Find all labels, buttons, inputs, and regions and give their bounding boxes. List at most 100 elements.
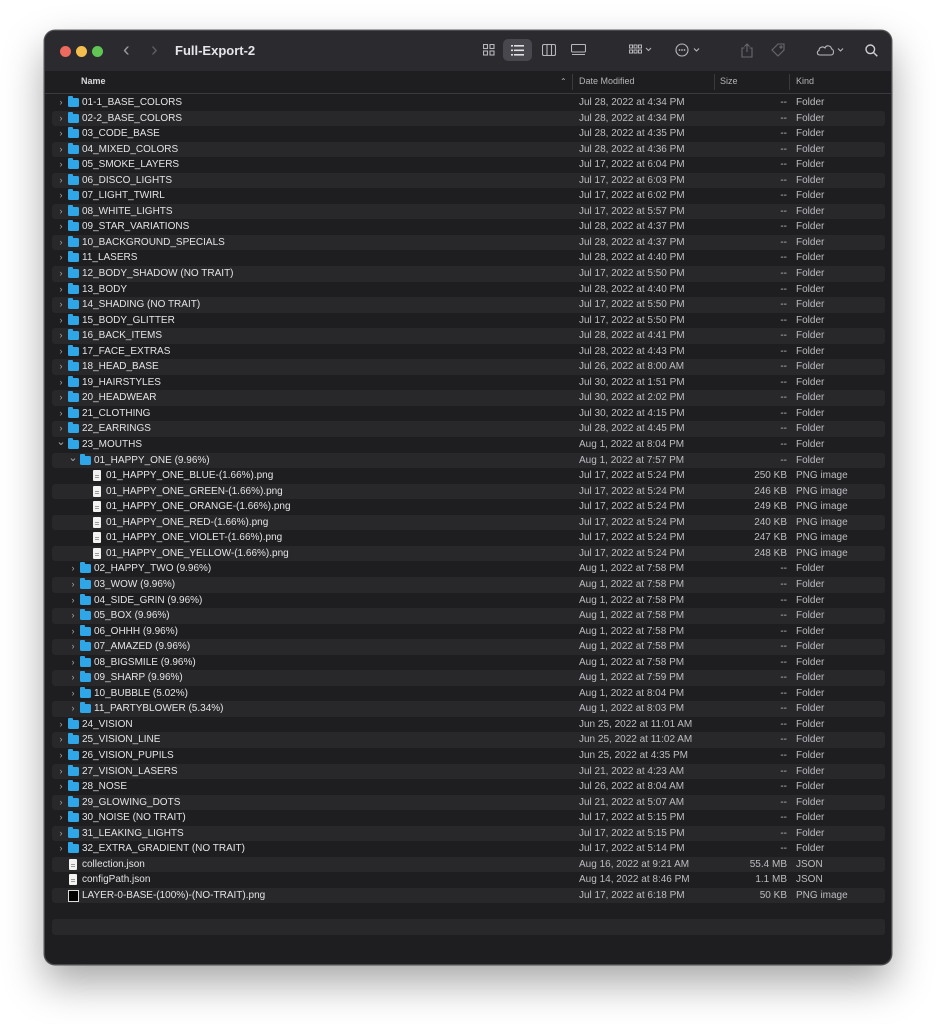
disclosure-closed-icon[interactable]: › — [56, 126, 66, 142]
disclosure-closed-icon[interactable]: › — [56, 359, 66, 375]
disclosure-closed-icon[interactable]: › — [56, 173, 66, 189]
folder-row[interactable]: › 08_WHITE_LIGHTS Jul 17, 2022 at 5:57 PM -… — [52, 203, 885, 220]
folder-row[interactable]: › 30_NOISE (NO TRAIT) Jul 17, 2022 at 5:15… — [52, 810, 885, 826]
list-view-icon[interactable] — [503, 39, 532, 61]
disclosure-closed-icon[interactable]: › — [56, 732, 66, 748]
disclosure-closed-icon[interactable]: › — [56, 717, 66, 733]
close-window-button[interactable] — [60, 46, 71, 57]
folder-row[interactable]: ⌄ 01_HAPPY_ONE (9.96%) Aug 1, 2022 at 7:57… — [52, 452, 885, 469]
disclosure-closed-icon[interactable]: › — [56, 188, 66, 204]
folder-row[interactable]: › 07_LIGHT_TWIRL Jul 17, 2022 at 6:02 PM --… — [52, 188, 885, 204]
back-icon[interactable]: ‹ — [123, 40, 130, 60]
file-row[interactable]: 01_HAPPY_ONE_BLUE-(1.66%).png Jul 17, 202… — [52, 468, 885, 484]
column-divider[interactable] — [789, 74, 790, 90]
disclosure-closed-icon[interactable]: › — [68, 639, 78, 655]
disclosure-closed-icon[interactable]: › — [68, 686, 78, 702]
folder-row[interactable]: › 21_CLOTHING Jul 30, 2022 at 4:15 PM -- Fol… — [52, 406, 885, 422]
folder-row[interactable]: › 18_HEAD_BASE Jul 26, 2022 at 8:00 AM -- Fo… — [52, 359, 885, 375]
disclosure-closed-icon[interactable]: › — [56, 390, 66, 406]
folder-row[interactable]: › 29_GLOWING_DOTS Jul 21, 2022 at 5:07 AM -… — [52, 794, 885, 811]
folder-row[interactable]: › 20_HEADWEAR Jul 30, 2022 at 2:02 PM -- Fol… — [52, 390, 885, 406]
disclosure-closed-icon[interactable]: › — [68, 608, 78, 624]
folder-row[interactable]: › 06_DISCO_LIGHTS Jul 17, 2022 at 6:03 PM -… — [52, 172, 885, 189]
folder-row[interactable]: › 19_HAIRSTYLES Jul 30, 2022 at 1:51 PM -- F… — [52, 375, 885, 391]
folder-row[interactable]: › 04_SIDE_GRIN (9.96%) Aug 1, 2022 at 7:58… — [52, 593, 885, 609]
zoom-window-button[interactable] — [92, 46, 103, 57]
disclosure-closed-icon[interactable]: › — [56, 841, 66, 857]
column-view-icon[interactable] — [537, 39, 561, 61]
folder-row[interactable]: › 02-2_BASE_COLORS Jul 28, 2022 at 4:34 PM… — [52, 110, 885, 127]
disclosure-open-icon[interactable]: ⌄ — [68, 452, 78, 463]
disclosure-closed-icon[interactable]: › — [56, 95, 66, 111]
disclosure-closed-icon[interactable]: › — [56, 297, 66, 313]
disclosure-closed-icon[interactable]: › — [56, 250, 66, 266]
disclosure-closed-icon[interactable]: › — [68, 701, 78, 717]
disclosure-closed-icon[interactable]: › — [56, 779, 66, 795]
folder-row[interactable]: › 17_FACE_EXTRAS Jul 28, 2022 at 4:43 PM --… — [52, 344, 885, 360]
disclosure-closed-icon[interactable]: › — [56, 142, 66, 158]
file-row[interactable]: collection.json Aug 16, 2022 at 9:21 AM 55… — [52, 856, 885, 873]
folder-row[interactable]: ⌄ 23_MOUTHS Aug 1, 2022 at 8:04 PM -- Folder — [52, 437, 885, 453]
file-row[interactable]: 01_HAPPY_ONE_ORANGE-(1.66%).png Jul 17, 2… — [52, 499, 885, 515]
file-row[interactable]: 01_HAPPY_ONE_GREEN-(1.66%).png Jul 17, 20… — [52, 483, 885, 500]
disclosure-closed-icon[interactable]: › — [56, 235, 66, 251]
folder-row[interactable]: › 15_BODY_GLITTER Jul 17, 2022 at 5:50 PM -… — [52, 313, 885, 329]
name-column-header[interactable]: Name — [81, 76, 106, 86]
disclosure-closed-icon[interactable]: › — [56, 795, 66, 811]
disclosure-closed-icon[interactable]: › — [68, 577, 78, 593]
folder-row[interactable]: › 22_EARRINGS Jul 28, 2022 at 4:45 PM -- Fol… — [52, 421, 885, 438]
folder-row[interactable]: › 13_BODY Jul 28, 2022 at 4:40 PM -- Folder — [52, 282, 885, 298]
action-icon[interactable] — [672, 39, 704, 61]
file-row[interactable]: 01_HAPPY_ONE_RED-(1.66%).png Jul 17, 2022… — [52, 514, 885, 531]
folder-row[interactable]: › 31_LEAKING_LIGHTS Jul 17, 2022 at 5:15 P… — [52, 825, 885, 842]
disclosure-closed-icon[interactable]: › — [56, 266, 66, 282]
folder-row[interactable]: › 01-1_BASE_COLORS Jul 28, 2022 at 4:34 PM… — [52, 95, 885, 111]
folder-row[interactable]: › 27_VISION_LASERS Jul 21, 2022 at 4:23 AM… — [52, 763, 885, 780]
disclosure-closed-icon[interactable]: › — [56, 111, 66, 127]
file-row[interactable]: 01_HAPPY_ONE_YELLOW-(1.66%).png Jul 17, 2… — [52, 545, 885, 562]
folder-row[interactable]: › 09_STAR_VARIATIONS Jul 28, 2022 at 4:37 … — [52, 219, 885, 235]
disclosure-closed-icon[interactable]: › — [56, 344, 66, 360]
tag-icon[interactable] — [767, 39, 789, 61]
disclosure-closed-icon[interactable]: › — [56, 219, 66, 235]
disclosure-closed-icon[interactable]: › — [68, 593, 78, 609]
gallery-view-icon[interactable] — [566, 39, 590, 61]
folder-row[interactable]: › 32_EXTRA_GRADIENT (NO TRAIT) Jul 17, 202… — [52, 841, 885, 857]
sort-chevron-up-icon[interactable]: ⌃ — [560, 77, 567, 86]
size-column-header[interactable]: Size — [720, 76, 738, 86]
folder-row[interactable]: › 25_VISION_LINE Jun 25, 2022 at 11:02 AM -… — [52, 732, 885, 748]
folder-row[interactable]: › 08_BIGSMILE (9.96%) Aug 1, 2022 at 7:58 … — [52, 655, 885, 671]
disclosure-closed-icon[interactable]: › — [56, 826, 66, 842]
folder-row[interactable]: › 28_NOSE Jul 26, 2022 at 8:04 AM -- Folder — [52, 779, 885, 795]
kind-column-header[interactable]: Kind — [796, 76, 814, 86]
folder-row[interactable]: › 10_BUBBLE (5.02%) Aug 1, 2022 at 8:04 PM… — [52, 686, 885, 702]
folder-row[interactable]: › 05_SMOKE_LAYERS Jul 17, 2022 at 6:04 PM -… — [52, 157, 885, 173]
disclosure-closed-icon[interactable]: › — [56, 421, 66, 437]
disclosure-closed-icon[interactable]: › — [56, 157, 66, 173]
cloud-icon[interactable] — [813, 39, 849, 61]
disclosure-closed-icon[interactable]: › — [56, 764, 66, 780]
date-modified-column-header[interactable]: Date Modified — [579, 76, 635, 86]
search-icon[interactable] — [861, 39, 881, 61]
forward-icon[interactable]: › — [151, 40, 158, 60]
disclosure-closed-icon[interactable]: › — [56, 328, 66, 344]
file-row[interactable]: LAYER-0-BASE-(100%)-(NO-TRAIT).png Jul 17… — [52, 887, 885, 904]
icon-view-icon[interactable] — [479, 39, 499, 61]
disclosure-open-icon[interactable]: ⌄ — [56, 437, 66, 448]
column-divider[interactable] — [572, 74, 573, 90]
disclosure-closed-icon[interactable]: › — [56, 282, 66, 298]
disclosure-closed-icon[interactable]: › — [68, 670, 78, 686]
folder-row[interactable]: › 12_BODY_SHADOW (NO TRAIT) Jul 17, 2022 a… — [52, 266, 885, 282]
disclosure-closed-icon[interactable]: › — [68, 655, 78, 671]
folder-row[interactable]: › 24_VISION Jun 25, 2022 at 11:01 AM -- Fold… — [52, 717, 885, 733]
file-row[interactable]: 01_HAPPY_ONE_VIOLET-(1.66%).png Jul 17, 2… — [52, 530, 885, 546]
folder-row[interactable]: › 03_CODE_BASE Jul 28, 2022 at 4:35 PM -- Fo… — [52, 126, 885, 142]
disclosure-closed-icon[interactable]: › — [56, 810, 66, 826]
disclosure-closed-icon[interactable]: › — [68, 624, 78, 640]
disclosure-closed-icon[interactable]: › — [56, 375, 66, 391]
column-divider[interactable] — [714, 74, 715, 90]
group-icon[interactable] — [625, 39, 657, 61]
folder-row[interactable]: › 02_HAPPY_TWO (9.96%) Aug 1, 2022 at 7:58… — [52, 561, 885, 577]
folder-row[interactable]: › 14_SHADING (NO TRAIT) Jul 17, 2022 at 5:… — [52, 297, 885, 313]
file-row[interactable]: configPath.json Aug 14, 2022 at 8:46 PM 1.… — [52, 872, 885, 888]
